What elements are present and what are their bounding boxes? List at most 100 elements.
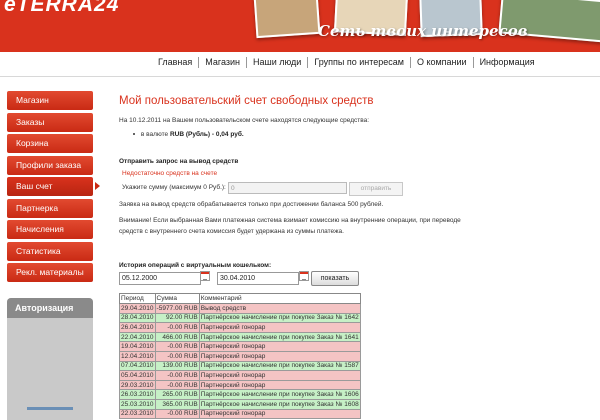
column-header-period: Период [119, 293, 156, 304]
topnav-item[interactable]: Магазин [199, 57, 247, 68]
sidebar-item[interactable]: Магазин [7, 91, 93, 110]
cell-date: 25.03.2010 [119, 398, 156, 410]
header-photo [253, 0, 321, 39]
sidebar-item[interactable]: Партнерка [7, 198, 93, 218]
cell-comment: Партнерский гонорар [198, 350, 361, 362]
cell-comment: Партнёрское начисление при покупке Заказ… [198, 312, 361, 324]
calendar-icon[interactable] [200, 271, 210, 281]
operations-table: Период Сумма Комментарий 29.04.2010 -5977… [119, 293, 361, 420]
history-title: История операций с виртуальным кошельком… [119, 262, 272, 269]
cell-comment: Партнерский гонорар [198, 322, 361, 333]
sidebar-item[interactable]: Рекл. материалы [7, 263, 93, 282]
table-row: 28.04.2010 92.00 RUB Партнёрское начислени… [119, 312, 361, 324]
cell-amount: -0.00 RUB [154, 370, 200, 381]
cell-date: 05.04.2010 [119, 370, 156, 381]
auth-panel-strip [27, 407, 73, 410]
sidebar-menu: Магазин Заказы Корзина Профили заказа Ваш сч… [7, 91, 100, 285]
cell-date: 12.04.2010 [119, 350, 156, 362]
column-header-amount: Сумма [154, 293, 200, 304]
table-row: 07.04.2010 139.00 RUB Партнёрское начислен… [119, 360, 361, 372]
table-row: 26.04.2010 -0.00 RUB Партнерский гонорар [119, 322, 361, 333]
sidebar-item[interactable]: Заказы [7, 112, 93, 132]
balance-line: в валюте RUB (Рубль) - 0,04 руб. [133, 131, 244, 138]
cell-comment: Партнёрское начисление при покупке Заказ… [198, 331, 361, 343]
site-header: eTERRA24 Сеть твоих интересов [0, 0, 600, 52]
cell-comment: Партнерский гонорар [198, 370, 361, 381]
cell-amount: -0.00 RUB [154, 350, 200, 362]
cell-amount: 92.00 RUB [154, 312, 200, 324]
show-button[interactable]: показать [311, 271, 359, 286]
cell-amount: 265.00 RUB [154, 389, 200, 400]
table-header-row: Период Сумма Комментарий [119, 293, 361, 304]
table-row: 12.04.2010 -0.00 RUB Партнерский гонорар [119, 350, 361, 362]
table-row: 19.04.2010 -0.00 RUB Партнерский гонорар [119, 341, 361, 352]
amount-input[interactable] [228, 182, 347, 194]
sidebar-item-label: Статистика [16, 245, 61, 256]
withdraw-title: Отправить запрос на вывод средств [119, 158, 239, 165]
balance-intro: На 10.12.2011 на Вашем пользовательском … [119, 117, 370, 124]
cell-amount: 466.00 RUB [154, 331, 200, 343]
sidebar-item-label: Рекл. материалы [16, 267, 84, 277]
withdraw-note: Заявка на вывод средств обрабатывается т… [119, 201, 384, 208]
sidebar-item-label: Магазин [16, 95, 49, 105]
cell-comment: Партнерский гонорар [198, 408, 361, 420]
site-tagline: Сеть твоих интересов [318, 22, 528, 40]
withdraw-error: Недостаточно средств на счете [122, 170, 218, 177]
page-title: Мой пользовательский счет свободных сред… [119, 95, 374, 107]
sidebar-item-label: Партнерка [16, 202, 59, 213]
balance-prefix: в валюте [140, 131, 169, 138]
cell-date: 29.03.2010 [119, 379, 156, 391]
cell-comment: Партнерский гонорар [198, 379, 361, 391]
cell-comment: Партнёрское начисление при покупке Заказ… [198, 398, 361, 410]
sidebar-item-label: Заказы [16, 116, 45, 127]
table-row: 29.04.2010 -5977.00 RUB Вывод средств [119, 303, 361, 314]
submit-button[interactable]: отправить [349, 182, 403, 196]
cell-date: 28.04.2010 [119, 312, 156, 324]
cell-amount: -0.00 RUB [154, 408, 200, 420]
cell-date: 19.04.2010 [119, 341, 156, 352]
cell-date: 26.04.2010 [119, 322, 156, 333]
sidebar-item-label: Ваш счет [16, 181, 53, 191]
cell-amount: -0.00 RUB [154, 379, 200, 391]
sidebar-item[interactable]: Корзина [7, 134, 93, 153]
cell-amount: 139.00 RUB [154, 360, 200, 372]
cell-comment: Партнерский гонорар [198, 341, 361, 352]
table-row: 25.03.2010 365.00 RUB Партнёрское начислен… [119, 398, 361, 410]
table-row: 29.03.2010 -0.00 RUB Партнерский гонорар [119, 379, 361, 391]
topnav-item[interactable]: Главная [152, 57, 200, 68]
cell-comment: Партнёрское начисление при покупке Заказ… [198, 389, 361, 400]
cell-comment: Вывод средств [198, 303, 361, 314]
cell-date: 26.03.2010 [119, 389, 156, 400]
calendar-icon[interactable] [299, 271, 309, 281]
date-to-input[interactable] [217, 272, 299, 285]
cell-date: 29.04.2010 [119, 303, 156, 314]
sidebar-item[interactable]: Начисления [7, 220, 93, 239]
auth-panel: Авторизация [7, 298, 93, 420]
sidebar-item-label: Профили заказа [16, 159, 82, 170]
topnav-item[interactable]: О компании [411, 57, 474, 68]
amount-label: Укажите сумму (максимум 0 Руб.): [122, 184, 226, 191]
commission-note-line2: средств с внутреннего счета комиссия буд… [119, 228, 344, 235]
table-row: 26.03.2010 265.00 RUB Партнёрское начислен… [119, 389, 361, 400]
active-arrow-icon [95, 182, 100, 190]
cell-date: 22.04.2010 [119, 331, 156, 343]
table-row: 22.03.2010 -0.00 RUB Партнерский гонорар [119, 408, 361, 420]
topnav-item[interactable]: Наши люди [247, 57, 309, 68]
sidebar-item-label: Корзина [16, 138, 49, 148]
table-row: 22.04.2010 466.00 RUB Партнёрское начислен… [119, 331, 361, 343]
sidebar-item-label: Начисления [16, 224, 64, 234]
topnav-item[interactable]: Информация [474, 57, 541, 68]
cell-amount: -5977.00 RUB [154, 303, 200, 314]
date-from-input[interactable] [119, 272, 201, 285]
column-header-comment: Комментарий [198, 293, 361, 304]
cell-amount: -0.00 RUB [154, 341, 200, 352]
sidebar-item[interactable]: Ваш счет [7, 177, 100, 196]
sidebar-item[interactable]: Профили заказа [7, 155, 93, 175]
sidebar-item[interactable]: Статистика [7, 241, 93, 261]
cell-date: 22.03.2010 [119, 408, 156, 420]
cell-date: 07.04.2010 [119, 360, 156, 372]
cell-amount: 365.00 RUB [154, 398, 200, 410]
site-logo[interactable]: eTERRA24 [4, 0, 119, 17]
commission-note-line1: Внимание! Если выбранная Вами платежная … [119, 217, 461, 224]
topnav-item[interactable]: Группы по интересам [308, 57, 411, 68]
